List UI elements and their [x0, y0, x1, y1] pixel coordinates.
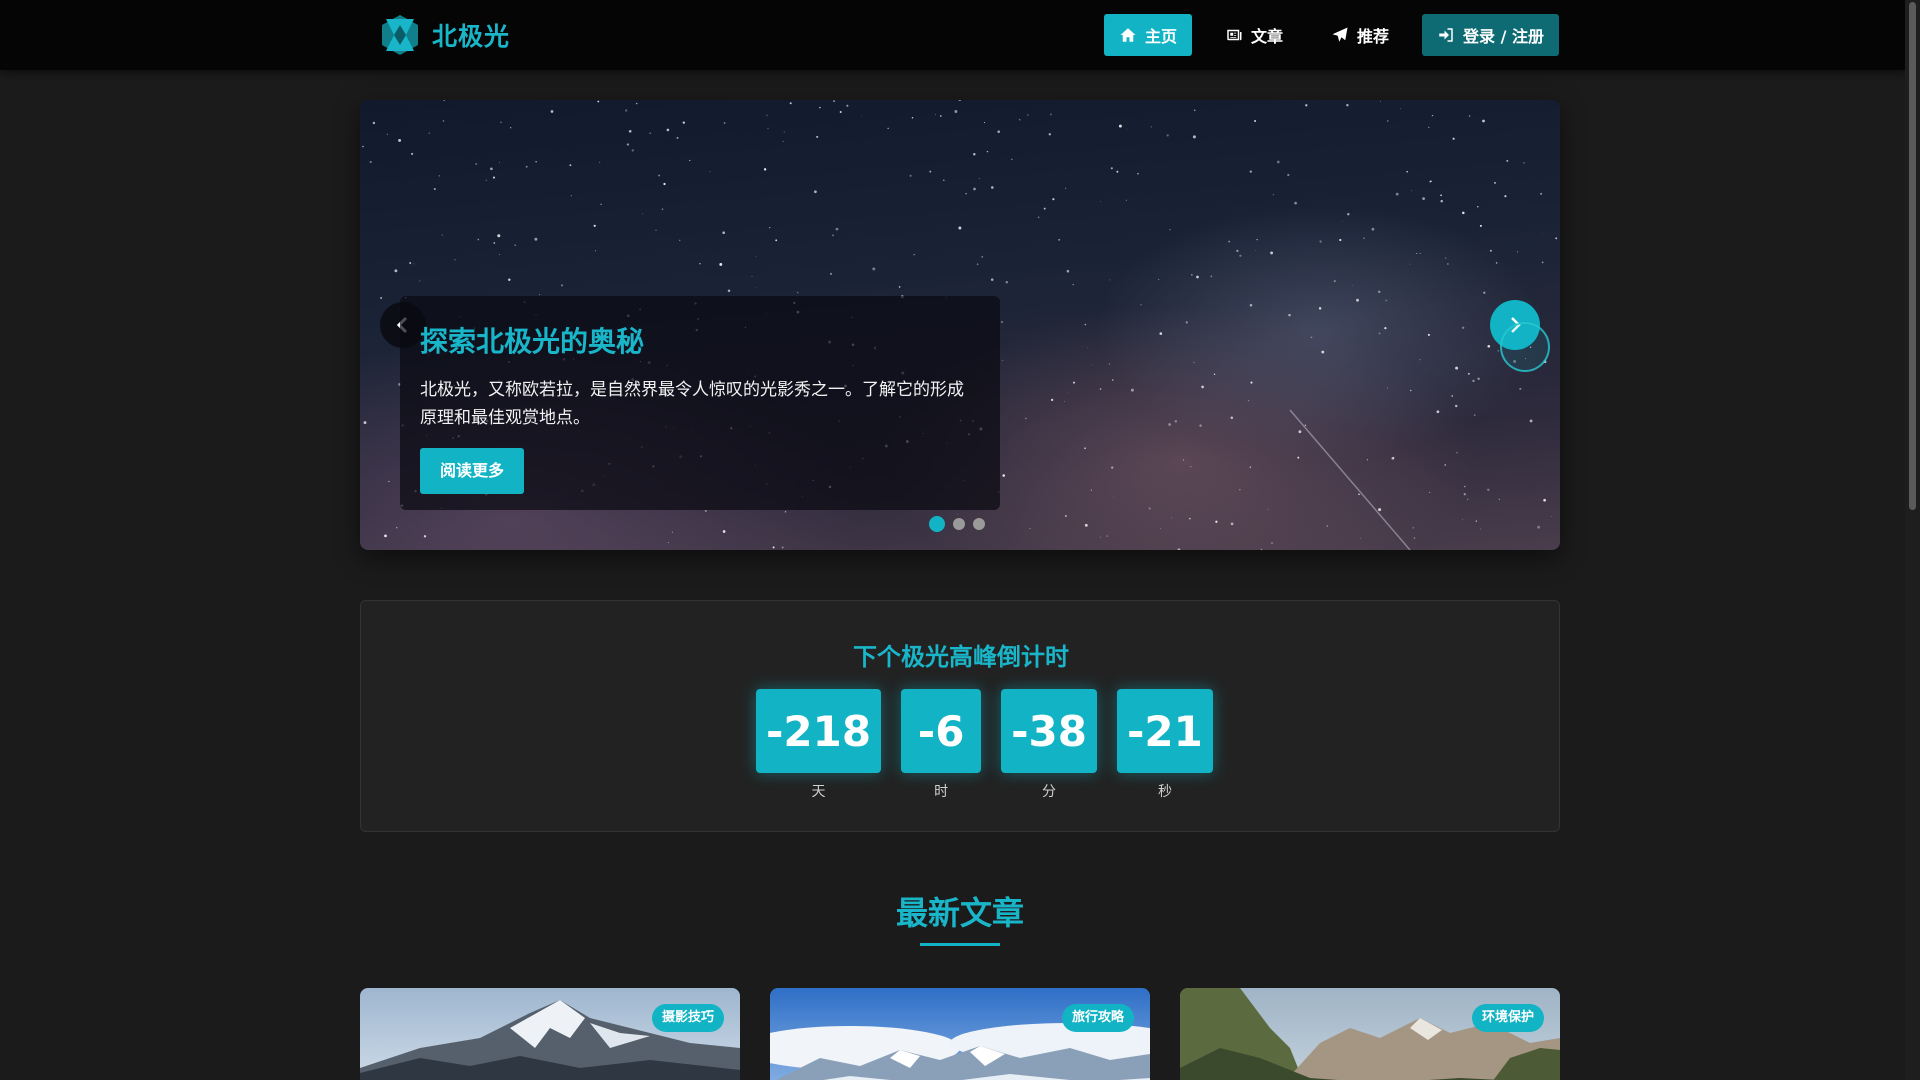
- read-more-button[interactable]: 阅读更多: [420, 448, 525, 494]
- paper-plane-icon: [1332, 27, 1348, 42]
- newspaper-icon: [1227, 29, 1242, 41]
- countdown-days-value: -218: [756, 689, 882, 773]
- carousel-dot-3[interactable]: [973, 518, 985, 530]
- countdown-hours-label: 时: [934, 784, 949, 800]
- countdown-seconds-label: 秒: [1157, 784, 1172, 800]
- home-icon: [1120, 28, 1136, 42]
- countdown-minutes: -38 分: [1001, 689, 1097, 801]
- rocky-mountain-image: [1180, 988, 1560, 1080]
- hero-text: 北极光，又称欧若拉，是自然界最令人惊叹的光影秀之一。了解它的形成原理和最佳观赏地…: [420, 380, 964, 428]
- hero-caption: 探索北极光的奥秘 北极光，又称欧若拉，是自然界最令人惊叹的光影秀之一。了解它的形…: [400, 296, 1000, 510]
- carousel-dot-2[interactable]: [953, 518, 965, 530]
- nav-login-label: 登录 / 注册: [1463, 27, 1545, 46]
- brand[interactable]: 北极光: [378, 12, 510, 58]
- countdown-hours-value: -6: [901, 689, 982, 773]
- nav-recommend-button[interactable]: 推荐: [1316, 14, 1404, 56]
- countdown-seconds-value: -21: [1117, 689, 1213, 773]
- countdown-title: 下个极光高峰倒计时: [853, 643, 1069, 671]
- nav-home-label: 主页: [1145, 27, 1178, 46]
- article-category-badge: 环境保护: [1471, 1004, 1544, 1032]
- article-card-2[interactable]: 旅行攻略: [770, 988, 1150, 1080]
- article-category-badge: 旅行攻略: [1061, 1004, 1134, 1032]
- snowy-mountain-image: [360, 988, 740, 1080]
- countdown-seconds: -21 秒: [1117, 689, 1213, 801]
- countdown-days: -218 天: [756, 689, 882, 801]
- latest-articles-title: 最新文章: [895, 894, 1024, 932]
- scrollbar-thumb[interactable]: [1909, 2, 1916, 510]
- nav-articles-button[interactable]: 文章: [1210, 14, 1298, 56]
- nav-login-button[interactable]: 登录 / 注册: [1422, 14, 1560, 56]
- countdown-minutes-value: -38: [1001, 689, 1097, 773]
- article-card-3[interactable]: 环境保护: [1180, 988, 1560, 1080]
- countdown-units: -218 天 -6 时 -38 分 -21 秒: [756, 689, 1213, 801]
- snowy-range-image: [770, 988, 1150, 1080]
- cursor-highlight-ring: [1500, 322, 1550, 372]
- hero-title: 探索北极光的奥秘: [420, 325, 645, 358]
- countdown-hours: -6 时: [901, 689, 982, 801]
- countdown-days-label: 天: [811, 784, 826, 800]
- countdown-panel: 下个极光高峰倒计时 -218 天 -6 时 -38 分 -21 秒: [360, 600, 1560, 832]
- countdown-minutes-label: 分: [1042, 784, 1057, 800]
- brand-name: 北极光: [432, 22, 511, 51]
- nav-articles-label: 文章: [1251, 27, 1284, 46]
- article-category-badge: 摄影技巧: [651, 1004, 724, 1032]
- aurora-logo-icon: [382, 15, 418, 55]
- hero-carousel: 探索北极光的奥秘 北极光，又称欧若拉，是自然界最令人惊叹的光影秀之一。了解它的形…: [360, 100, 1560, 550]
- carousel-dot-1[interactable]: [929, 516, 945, 532]
- carousel-indicators: [929, 516, 985, 532]
- section-underline: [920, 943, 1000, 946]
- nav-recommend-label: 推荐: [1357, 27, 1390, 46]
- sign-in-icon: [1439, 28, 1453, 42]
- navbar: 北极光 主页 文章 推荐 登录 / 注册: [0, 0, 1905, 70]
- nav-menu: 主页 文章 推荐 登录 / 注册: [1104, 14, 1560, 56]
- nav-home-button[interactable]: 主页: [1104, 14, 1193, 56]
- article-card-1[interactable]: 摄影技巧: [360, 988, 740, 1080]
